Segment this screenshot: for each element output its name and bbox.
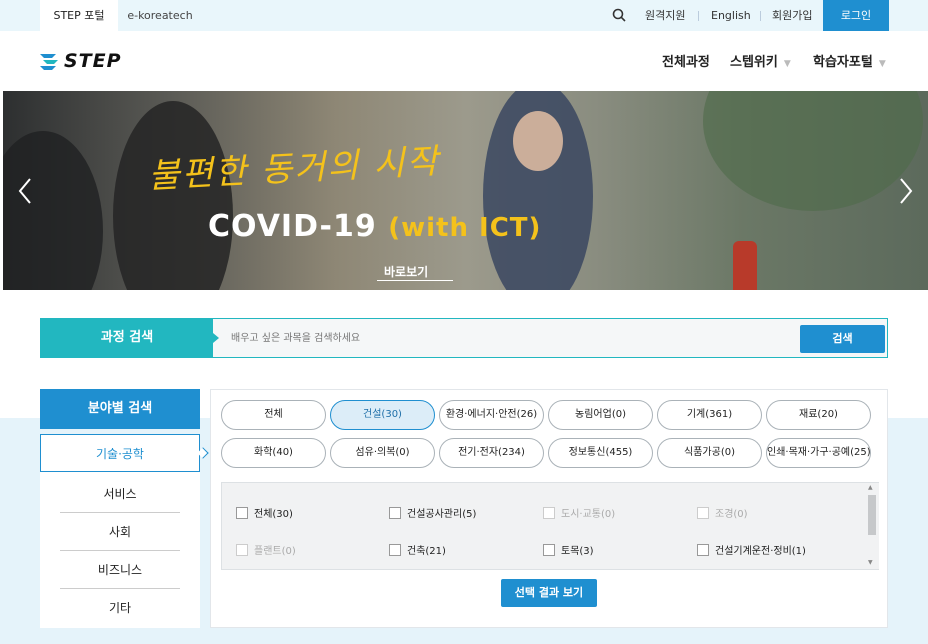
scroll-thumb[interactable] <box>868 495 876 535</box>
tab-e-koreatech[interactable]: e-koreatech <box>118 0 202 31</box>
view-results-button[interactable]: 선택 결과 보기 <box>501 579 597 607</box>
step-logo-icon <box>40 54 58 70</box>
checkbox[interactable] <box>389 543 401 556</box>
subcategory-box: 전체(30) 건설공사관리(5) 도시·교통(0) 조경(0) 플랜트(0) 건… <box>221 482 879 570</box>
course-search-bar: 과정 검색 검색 <box>40 318 888 358</box>
banner-more-link[interactable]: 바로보기 <box>384 263 428 280</box>
checkbox-urban-traffic: 도시·교통(0) <box>543 505 615 520</box>
checkbox[interactable] <box>543 543 555 556</box>
pill-agriculture[interactable]: 농림어업(0) <box>548 400 653 430</box>
chevron-right-icon[interactable] <box>896 176 916 206</box>
step-logo[interactable]: STEP <box>38 47 122 75</box>
category-business[interactable]: 비즈니스 <box>40 551 200 589</box>
checkbox-landscape: 조경(0) <box>697 505 748 520</box>
checkbox-all[interactable]: 전체(30) <box>236 505 293 520</box>
checkbox <box>697 506 709 519</box>
scroll-up-arrow-icon[interactable]: ▲ <box>868 484 873 491</box>
chevron-down-icon: ▼ <box>783 59 791 69</box>
checkbox-civil[interactable]: 토목(3) <box>543 542 594 557</box>
checkbox <box>236 543 248 556</box>
pill-all[interactable]: 전체 <box>221 400 326 430</box>
pill-printing[interactable]: 인쇄·목재·가구·공예(25) <box>766 438 871 468</box>
search-input[interactable] <box>231 328 791 348</box>
divider <box>760 11 761 21</box>
tab-step-portal[interactable]: STEP 포털 <box>40 0 118 31</box>
pill-food[interactable]: 식품가공(0) <box>657 438 762 468</box>
divider <box>698 11 699 21</box>
course-search-label: 과정 검색 <box>41 319 213 357</box>
scrollbar[interactable]: ▲ ▼ <box>865 483 879 569</box>
category-engineering[interactable]: 기술·공학 <box>40 434 209 472</box>
pill-textile[interactable]: 섬유·의복(0) <box>330 438 435 468</box>
scroll-down-arrow-icon[interactable]: ▼ <box>868 559 873 566</box>
main-header: STEP 전체과정 스텝위키 ▼ 학습자포털 ▼ <box>0 31 928 91</box>
field-filter-panel: 전체 건설(30) 환경·에너지·안전(26) 농림어업(0) 기계(361) … <box>210 389 888 628</box>
field-search-title: 분야별 검색 <box>40 389 200 429</box>
banner-subtitle: COVID-19 (with ICT) <box>208 209 542 244</box>
banner-more-underline <box>377 280 453 281</box>
category-service[interactable]: 서비스 <box>40 475 200 513</box>
search-button[interactable]: 검색 <box>800 325 885 353</box>
english-link[interactable]: English <box>711 0 751 31</box>
top-utility-bar: STEP 포털 e-koreatech 원격지원 English 회원가입 로그… <box>0 0 928 31</box>
search-icon[interactable] <box>612 8 626 22</box>
category-society[interactable]: 사회 <box>40 513 200 551</box>
logo-text: STEP <box>64 50 122 72</box>
login-button[interactable]: 로그인 <box>823 0 889 31</box>
pill-ict[interactable]: 정보통신(455) <box>548 438 653 468</box>
label-pointer <box>213 333 219 343</box>
banner-tree <box>703 91 923 211</box>
banner-shade <box>3 131 103 290</box>
checkbox <box>543 506 555 519</box>
field-category-list: 기술·공학 서비스 사회 비즈니스 기타 <box>40 434 209 628</box>
hero-banner: 불편한 동거의 시작 COVID-19 (with ICT) 바로보기 <box>3 91 928 290</box>
pill-chemistry[interactable]: 화학(40) <box>221 438 326 468</box>
checkbox-architecture[interactable]: 건축(21) <box>389 542 446 557</box>
checkbox[interactable] <box>389 506 401 519</box>
chevron-left-icon[interactable] <box>15 176 35 206</box>
pill-materials[interactable]: 재료(20) <box>766 400 871 430</box>
pill-electronics[interactable]: 전기·전자(234) <box>439 438 544 468</box>
nav-learner-portal[interactable]: 학습자포털 ▼ <box>813 51 886 70</box>
signup-link[interactable]: 회원가입 <box>772 0 812 31</box>
checkbox-plant: 플랜트(0) <box>236 542 296 557</box>
pill-machinery[interactable]: 기계(361) <box>657 400 762 430</box>
chevron-down-icon: ▼ <box>878 59 886 69</box>
pill-construction[interactable]: 건설(30) <box>330 400 435 430</box>
category-etc[interactable]: 기타 <box>40 589 200 627</box>
banner-face <box>513 111 563 171</box>
checkbox[interactable] <box>697 543 709 556</box>
checkbox-construction-mgmt[interactable]: 건설공사관리(5) <box>389 505 476 520</box>
pill-environment[interactable]: 환경·에너지·안전(26) <box>439 400 544 430</box>
banner-hydrant <box>733 241 757 290</box>
checkbox-construction-machinery[interactable]: 건설기계운전·정비(1) <box>697 542 806 557</box>
checkbox[interactable] <box>236 506 248 519</box>
nav-step-wiki[interactable]: 스텝위키 ▼ <box>730 51 791 70</box>
nav-all-courses[interactable]: 전체과정 <box>662 51 710 70</box>
remote-support-link[interactable]: 원격지원 <box>645 0 685 31</box>
